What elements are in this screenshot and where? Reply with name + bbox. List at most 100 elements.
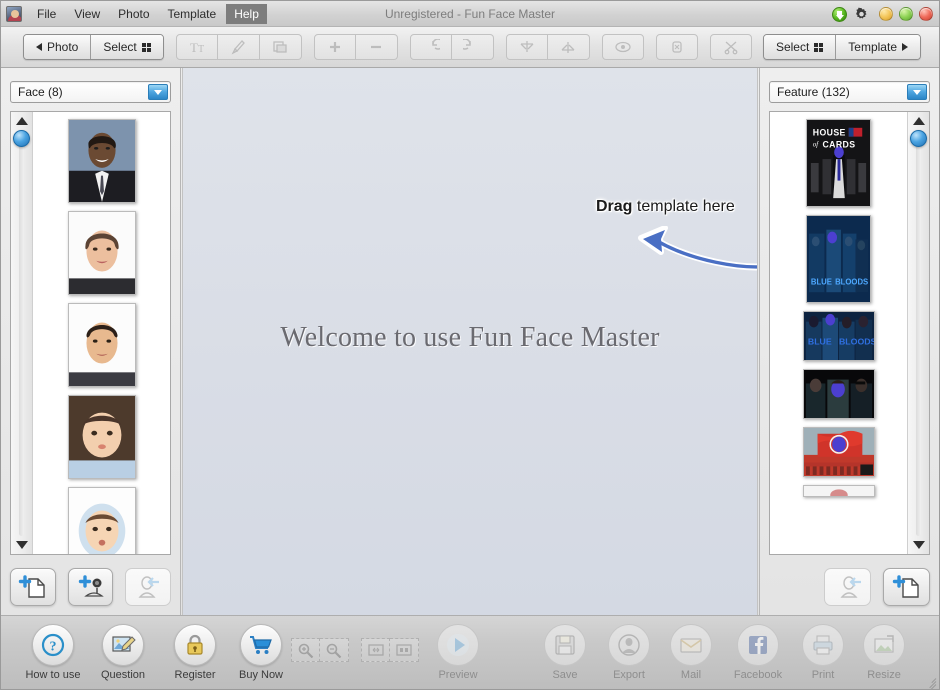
face-thumbnail-1[interactable] bbox=[67, 119, 136, 203]
delete-template-button[interactable] bbox=[824, 568, 871, 606]
template-list[interactable]: HOUSE of CARDS BLUE BLOODS BLUE BLOODS bbox=[769, 111, 930, 555]
face-thumbnail-4[interactable] bbox=[67, 395, 136, 479]
canvas-area[interactable]: Welcome to use Fun Face Master Drag temp… bbox=[182, 68, 758, 615]
template-select-segmented-buttons: Select Template bbox=[762, 34, 921, 60]
drag-template-hint-rest: template here bbox=[632, 198, 735, 215]
add-from-camera-button[interactable] bbox=[67, 568, 114, 606]
question-circle-icon: ? bbox=[32, 624, 74, 666]
question-button[interactable]: Question bbox=[87, 624, 159, 681]
play-icon bbox=[437, 624, 479, 666]
clone-stamp-icon[interactable] bbox=[655, 34, 698, 60]
face-category-dropdown[interactable]: Face (8) bbox=[10, 81, 171, 103]
rotate-left-icon[interactable] bbox=[409, 34, 452, 60]
title-bar-controls bbox=[832, 1, 933, 27]
brush-tool-icon[interactable] bbox=[217, 34, 260, 60]
scrollbar-track[interactable] bbox=[916, 130, 921, 536]
save-button[interactable]: Save bbox=[529, 624, 601, 681]
face-thumbnail-2[interactable] bbox=[67, 211, 136, 295]
template-thumbnail-2[interactable]: BLUE BLOODS bbox=[806, 215, 871, 303]
resize-label: Resize bbox=[867, 669, 901, 681]
bottom-toolbar: ? How to use Question Register Buy Now P… bbox=[1, 615, 939, 689]
template-panel-buttons bbox=[769, 568, 930, 606]
svg-text:T: T bbox=[190, 40, 198, 55]
face-thumbnail-5[interactable] bbox=[67, 487, 136, 554]
layers-tool-icon[interactable] bbox=[259, 34, 302, 60]
close-button[interactable] bbox=[919, 7, 933, 21]
template-thumbnail-1[interactable]: HOUSE of CARDS bbox=[806, 119, 871, 207]
scrollbar-thumb[interactable] bbox=[910, 130, 927, 147]
shopping-cart-icon bbox=[240, 624, 282, 666]
chevron-down-icon[interactable] bbox=[148, 84, 168, 100]
resize-button[interactable]: Resize bbox=[848, 624, 920, 681]
face-list[interactable] bbox=[10, 111, 171, 555]
register-button[interactable]: Register bbox=[159, 624, 231, 681]
face-list-items bbox=[33, 112, 170, 554]
zoom-in-button[interactable] bbox=[291, 638, 320, 662]
chevron-down-icon[interactable] bbox=[907, 84, 927, 100]
tool-group-retouch bbox=[601, 34, 644, 60]
facebook-button[interactable]: Facebook bbox=[722, 624, 794, 681]
cut-icon[interactable] bbox=[709, 34, 752, 60]
menu-item-file[interactable]: File bbox=[29, 4, 64, 24]
scroll-down-arrow-icon[interactable] bbox=[14, 538, 30, 552]
zoom-out-button[interactable] bbox=[320, 638, 349, 662]
template-thumbnail-5[interactable] bbox=[802, 427, 875, 477]
mail-button[interactable]: Mail bbox=[655, 624, 727, 681]
template-thumbnail-3[interactable]: BLUE BLOODS bbox=[802, 311, 875, 361]
template-panel-button[interactable]: Template bbox=[835, 35, 920, 59]
photo-panel-button[interactable]: Photo bbox=[24, 35, 91, 59]
text-tool-icon[interactable]: TT bbox=[175, 34, 218, 60]
mail-label: Mail bbox=[680, 669, 702, 681]
triangle-right-icon bbox=[902, 43, 908, 51]
template-thumbnail-6[interactable] bbox=[802, 485, 875, 497]
gear-icon[interactable] bbox=[854, 7, 869, 22]
menu-item-template[interactable]: Template bbox=[160, 4, 225, 24]
buy-now-button[interactable]: Buy Now bbox=[225, 624, 297, 681]
zoom-out-icon[interactable] bbox=[355, 34, 398, 60]
curved-arrow-left-icon bbox=[631, 225, 757, 271]
template-list-scrollbar[interactable] bbox=[907, 112, 929, 554]
maximize-button[interactable] bbox=[899, 7, 913, 21]
template-category-dropdown[interactable]: Feature (132) bbox=[769, 81, 930, 103]
scroll-down-arrow-icon[interactable] bbox=[911, 538, 927, 552]
tool-group-zoom bbox=[313, 34, 398, 60]
register-label: Register bbox=[174, 669, 216, 681]
preview-button[interactable]: Preview bbox=[422, 624, 494, 681]
delete-face-button[interactable] bbox=[125, 568, 172, 606]
menu-item-photo[interactable]: Photo bbox=[110, 4, 157, 24]
rotate-right-icon[interactable] bbox=[451, 34, 494, 60]
zoom-in-icon[interactable] bbox=[313, 34, 356, 60]
buy-now-label: Buy Now bbox=[238, 669, 284, 681]
triangle-left-icon bbox=[36, 43, 42, 51]
menu-item-view[interactable]: View bbox=[66, 4, 108, 24]
photo-select-button[interactable]: Select bbox=[90, 35, 163, 59]
application-window: File View Photo Template Help Unregister… bbox=[0, 0, 940, 690]
drag-template-hint-bold: Drag bbox=[596, 198, 633, 215]
face-thumbnail-3[interactable] bbox=[67, 303, 136, 387]
scroll-up-arrow-icon[interactable] bbox=[14, 114, 30, 128]
face-list-scrollbar[interactable] bbox=[11, 112, 33, 554]
minimize-button[interactable] bbox=[879, 7, 893, 21]
actual-size-button[interactable] bbox=[390, 638, 419, 662]
how-to-use-button[interactable]: ? How to use bbox=[17, 624, 89, 681]
add-template-button[interactable] bbox=[883, 568, 930, 606]
face-panel-buttons bbox=[10, 568, 172, 606]
resize-grip-icon[interactable] bbox=[922, 672, 937, 689]
question-label: Question bbox=[100, 669, 146, 681]
svg-text:T: T bbox=[198, 44, 204, 55]
scrollbar-thumb[interactable] bbox=[13, 130, 30, 147]
printer-icon bbox=[802, 624, 844, 666]
scroll-up-arrow-icon[interactable] bbox=[911, 114, 927, 128]
flip-horizontal-icon[interactable] bbox=[505, 34, 548, 60]
template-select-button[interactable]: Select bbox=[763, 35, 836, 59]
add-photo-button[interactable] bbox=[10, 568, 56, 606]
title-bar: File View Photo Template Help Unregister… bbox=[1, 1, 939, 27]
eye-adjust-icon[interactable] bbox=[601, 34, 644, 60]
template-panel-label: Template bbox=[848, 40, 897, 54]
template-thumbnail-4[interactable] bbox=[802, 369, 875, 419]
flip-vertical-icon[interactable] bbox=[547, 34, 590, 60]
fit-page-button[interactable] bbox=[361, 638, 390, 662]
download-update-icon[interactable] bbox=[832, 6, 847, 22]
menu-item-help[interactable]: Help bbox=[226, 3, 267, 24]
scrollbar-track[interactable] bbox=[19, 130, 24, 536]
